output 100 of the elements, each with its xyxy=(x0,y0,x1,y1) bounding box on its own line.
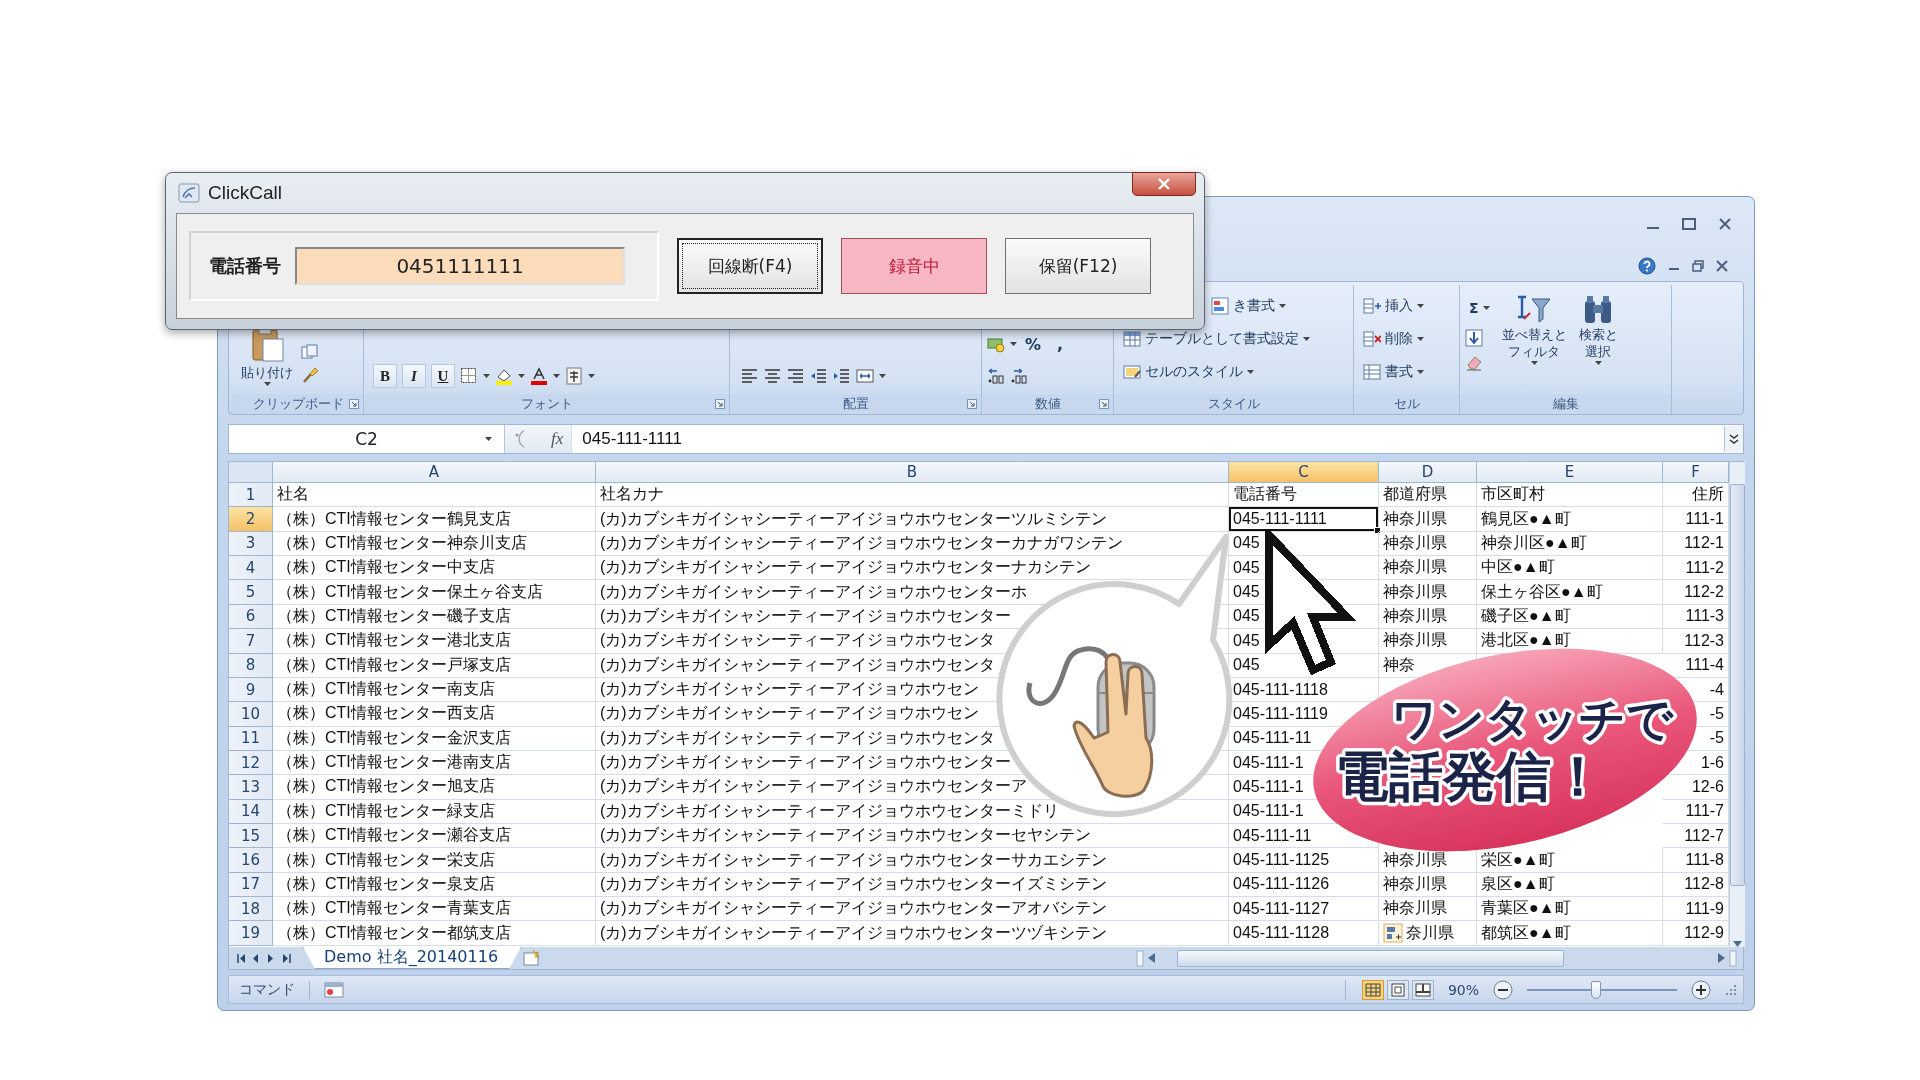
close-button[interactable] xyxy=(1716,260,1728,272)
previous-sheet-button[interactable] xyxy=(252,952,261,964)
column-header[interactable]: C xyxy=(1229,462,1379,483)
row-header[interactable]: 18 xyxy=(229,897,273,922)
row-header[interactable]: 10 xyxy=(229,702,273,727)
zoom-in-button[interactable] xyxy=(1691,979,1711,1000)
row-header[interactable]: 11 xyxy=(229,726,273,751)
caret-icon xyxy=(1530,361,1538,365)
decrease-indent-icon[interactable] xyxy=(810,367,828,385)
row-header[interactable]: 8 xyxy=(229,653,273,678)
last-sheet-button[interactable] xyxy=(282,952,291,964)
close-icon xyxy=(1157,178,1171,190)
percent-button[interactable]: % xyxy=(1022,332,1044,356)
page-break-preview-button[interactable] xyxy=(1411,979,1434,1000)
fill-handle[interactable] xyxy=(1374,526,1381,534)
insert-function-button[interactable]: fx xyxy=(551,429,564,449)
increase-decimal-icon[interactable] xyxy=(987,367,1005,385)
sheet-tab[interactable]: Demo 社名_20140116 xyxy=(303,947,522,969)
group-label: 編集 xyxy=(1553,395,1579,413)
column-header[interactable]: F xyxy=(1663,462,1729,483)
macro-record-icon[interactable] xyxy=(324,980,344,999)
column-header[interactable]: B xyxy=(596,462,1229,483)
fill-down-icon[interactable] xyxy=(1465,329,1483,347)
table-cell: （株）CTI情報センター南支店 xyxy=(273,677,596,703)
close-button[interactable] xyxy=(1718,217,1732,231)
selected-cell[interactable]: 045-111-1111 xyxy=(1229,507,1379,532)
font-color-icon[interactable] xyxy=(530,367,548,385)
find-select-button[interactable]: 検索と 選択 xyxy=(1574,285,1622,369)
copy-icon[interactable] xyxy=(301,344,319,362)
expand-button[interactable] xyxy=(1724,426,1743,452)
column-header[interactable]: E xyxy=(1477,462,1663,483)
dialog-launcher-icon[interactable] xyxy=(349,399,359,409)
row-header[interactable]: 7 xyxy=(229,629,273,654)
phone-number-field[interactable]: 0451111111 xyxy=(295,247,625,285)
scroll-left-button[interactable] xyxy=(1148,953,1155,963)
dialog-launcher-icon[interactable] xyxy=(967,399,977,409)
align-right-icon[interactable] xyxy=(787,367,805,385)
align-center-icon[interactable] xyxy=(764,367,782,385)
down-arrow-icon[interactable] xyxy=(1733,941,1742,947)
vertical-scrollbar[interactable] xyxy=(1729,462,1745,947)
hold-button[interactable]: 保留(F12) xyxy=(1005,238,1151,294)
dialog-launcher-icon[interactable] xyxy=(715,399,725,409)
recording-button[interactable]: 録音中 xyxy=(841,238,987,294)
row-header[interactable]: 12 xyxy=(229,750,273,776)
command-button[interactable]: セルのスタイル xyxy=(1119,357,1314,387)
table-cell: 神奈川県 xyxy=(1379,580,1477,605)
command-button[interactable]: 書式 xyxy=(1359,357,1428,387)
close-button[interactable] xyxy=(1132,172,1196,196)
table-cell: （株）CTI情報センター鶴見支店 xyxy=(273,507,596,532)
row-header[interactable]: 15 xyxy=(229,824,273,849)
row-header[interactable]: 9 xyxy=(229,677,273,703)
formula-field[interactable]: 045-111-1111 xyxy=(572,429,1724,449)
phonetic-guide-icon[interactable] xyxy=(565,367,583,385)
caret-icon xyxy=(1417,337,1424,341)
row-header[interactable]: 1 xyxy=(229,483,273,508)
italic-button[interactable]: I xyxy=(402,364,426,388)
autosum-button[interactable]: Σ xyxy=(1465,293,1494,323)
row-header[interactable]: 3 xyxy=(229,531,273,557)
normal-view-button[interactable] xyxy=(1361,979,1384,1000)
row-header[interactable]: 17 xyxy=(229,872,273,898)
comma-button[interactable]: , xyxy=(1049,332,1071,356)
maximize-button[interactable] xyxy=(1682,217,1696,231)
resize-grip-icon[interactable] xyxy=(1725,983,1737,996)
row-header[interactable]: 5 xyxy=(229,580,273,605)
slider-thumb[interactable] xyxy=(1591,980,1601,999)
next-sheet-button[interactable] xyxy=(267,952,276,964)
underline-button[interactable]: U xyxy=(431,364,455,388)
command-button[interactable]: 挿入 xyxy=(1359,291,1428,321)
table-cell: 045-111-1125 xyxy=(1229,848,1379,873)
restore-button[interactable] xyxy=(1692,260,1704,272)
dialog-launcher-icon[interactable] xyxy=(1099,399,1109,409)
borders-icon[interactable] xyxy=(460,367,478,385)
row-header[interactable]: 19 xyxy=(229,921,273,946)
row-header[interactable]: 6 xyxy=(229,604,273,630)
column-header[interactable]: A xyxy=(273,462,596,483)
disconnect-button[interactable]: 回線断(F4) xyxy=(677,238,823,294)
help-icon[interactable] xyxy=(1638,257,1656,275)
brush-icon[interactable] xyxy=(301,366,319,384)
group-label: 配置 xyxy=(843,395,869,413)
paste-options-icon[interactable] xyxy=(1383,923,1403,944)
fill-color-icon[interactable] xyxy=(495,367,513,385)
bold-button[interactable]: B xyxy=(373,364,397,388)
row-header[interactable]: 16 xyxy=(229,848,273,873)
sort-filter-button[interactable]: 並べ替えと フィルタ xyxy=(1497,285,1571,369)
table-cell: （株）CTI情報センター青葉支店 xyxy=(273,897,596,922)
command-button[interactable]: 削除 xyxy=(1359,324,1428,354)
command-button[interactable]: き書式 xyxy=(1207,291,1314,321)
merge-cells-icon[interactable] xyxy=(856,367,874,385)
row-header[interactable]: 2 xyxy=(229,507,273,532)
decrease-decimal-icon[interactable] xyxy=(1010,367,1028,385)
row-header[interactable]: 14 xyxy=(229,799,273,825)
column-header[interactable]: D xyxy=(1379,462,1477,483)
row-header[interactable]: 13 xyxy=(229,775,273,800)
scroll-right-button[interactable] xyxy=(1718,953,1725,963)
zoom-out-button[interactable] xyxy=(1493,979,1513,1000)
row-header[interactable]: 4 xyxy=(229,556,273,581)
align-left-icon[interactable] xyxy=(741,367,759,385)
currency-icon[interactable] xyxy=(987,335,1005,353)
increase-indent-icon[interactable] xyxy=(833,367,851,385)
first-sheet-button[interactable] xyxy=(237,952,246,964)
